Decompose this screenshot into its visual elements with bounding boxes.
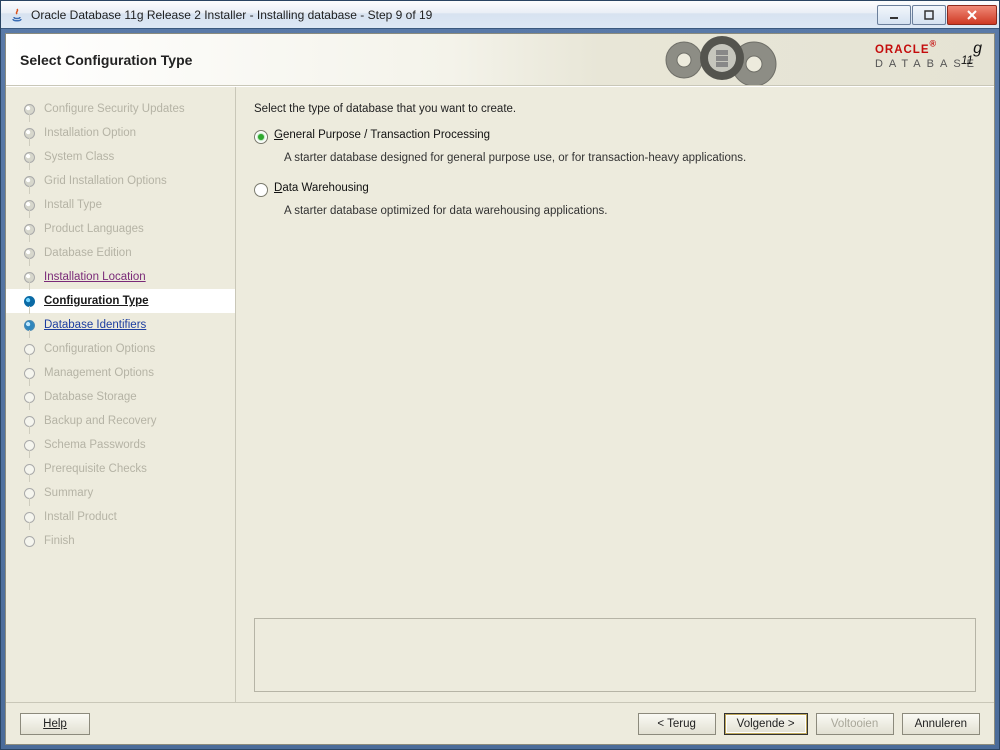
step-dot-icon — [24, 488, 35, 499]
step-dot-icon — [24, 392, 35, 403]
step-label: Configuration Options — [44, 343, 155, 355]
brand-logo: ORACLE® DATABASE 11g — [875, 38, 980, 70]
step-label: Database Identifiers — [44, 319, 146, 331]
step-label: Install Type — [44, 199, 102, 211]
lead-text: Select the type of database that you wan… — [254, 103, 976, 115]
step-dot-icon — [24, 416, 35, 427]
step-item: Installation Option — [6, 121, 235, 145]
step-item: Database Storage — [6, 385, 235, 409]
installer-window: Oracle Database 11g Release 2 Installer … — [0, 0, 1000, 750]
message-area — [254, 618, 976, 692]
steps-sidebar: Configure Security Updates Installation O… — [6, 87, 236, 702]
step-dot-icon — [24, 104, 35, 115]
step-item: Management Options — [6, 361, 235, 385]
gears-icon — [644, 34, 804, 86]
step-item: Schema Passwords — [6, 433, 235, 457]
step-dot-icon — [24, 536, 35, 547]
step-item[interactable]: Database Identifiers — [6, 313, 235, 337]
help-button[interactable]: Help — [20, 713, 90, 735]
step-dot-icon — [24, 272, 35, 283]
step-dot-icon — [24, 368, 35, 379]
step-item: Backup and Recovery — [6, 409, 235, 433]
content-pane: Select the type of database that you wan… — [236, 87, 994, 702]
step-label: Configuration Type — [44, 295, 149, 307]
step-dot-icon — [24, 320, 35, 331]
step-item: Summary — [6, 481, 235, 505]
option-description: A starter database optimized for data wa… — [284, 205, 976, 217]
step-item: Install Type — [6, 193, 235, 217]
step-dot-icon — [24, 224, 35, 235]
step-item: Grid Installation Options — [6, 169, 235, 193]
step-label: Prerequisite Checks — [44, 463, 147, 475]
step-label: Product Languages — [44, 223, 144, 235]
step-label: Installation Location — [44, 271, 146, 283]
footer-bar: Help < Terug Volgende > Voltooien Annule… — [6, 702, 994, 744]
step-label: Management Options — [44, 367, 154, 379]
step-label: Database Edition — [44, 247, 132, 259]
step-label: Database Storage — [44, 391, 137, 403]
step-label: Installation Option — [44, 127, 136, 139]
minimize-button[interactable] — [877, 5, 911, 25]
step-item: System Class — [6, 145, 235, 169]
step-item: Database Edition — [6, 241, 235, 265]
step-dot-icon — [24, 200, 35, 211]
step-dot-icon — [24, 128, 35, 139]
java-icon — [9, 7, 25, 23]
step-dot-icon — [24, 464, 35, 475]
page-title: Select Configuration Type — [20, 52, 192, 68]
step-item: Configure Security Updates — [6, 97, 235, 121]
config-type-option[interactable]: General Purpose / Transaction Processing — [254, 129, 976, 144]
step-dot-icon — [24, 248, 35, 259]
step-item: Finish — [6, 529, 235, 553]
window-buttons — [876, 5, 997, 25]
step-label: Finish — [44, 535, 75, 547]
step-label: Summary — [44, 487, 93, 499]
installer-panel: Select Configuration Type ORA — [5, 33, 995, 745]
titlebar: Oracle Database 11g Release 2 Installer … — [1, 1, 999, 29]
radio-icon — [254, 183, 268, 197]
next-button[interactable]: Volgende > — [724, 713, 808, 735]
step-item: Prerequisite Checks — [6, 457, 235, 481]
step-dot-icon — [24, 344, 35, 355]
option-label: Data Warehousing — [274, 182, 369, 194]
step-label: System Class — [44, 151, 114, 163]
step-item: Product Languages — [6, 217, 235, 241]
step-label: Configure Security Updates — [44, 103, 185, 115]
header-band: Select Configuration Type ORA — [6, 34, 994, 86]
step-item: Configuration Options — [6, 337, 235, 361]
window-title: Oracle Database 11g Release 2 Installer … — [31, 8, 876, 22]
option-description: A starter database designed for general … — [284, 152, 976, 164]
step-label: Grid Installation Options — [44, 175, 167, 187]
step-label: Install Product — [44, 511, 117, 523]
step-item[interactable]: Installation Location — [6, 265, 235, 289]
back-button[interactable]: < Terug — [638, 713, 716, 735]
step-label: Schema Passwords — [44, 439, 146, 451]
step-dot-icon — [24, 176, 35, 187]
config-type-option[interactable]: Data Warehousing — [254, 182, 976, 197]
cancel-button[interactable]: Annuleren — [902, 713, 980, 735]
close-button[interactable] — [947, 5, 997, 25]
step-dot-icon — [24, 296, 35, 307]
step-dot-icon — [24, 512, 35, 523]
finish-button: Voltooien — [816, 713, 894, 735]
step-dot-icon — [24, 152, 35, 163]
radio-icon — [254, 130, 268, 144]
step-item[interactable]: Configuration Type — [6, 289, 235, 313]
option-label: General Purpose / Transaction Processing — [274, 129, 490, 141]
step-dot-icon — [24, 440, 35, 451]
maximize-button[interactable] — [912, 5, 946, 25]
step-item: Install Product — [6, 505, 235, 529]
step-label: Backup and Recovery — [44, 415, 157, 427]
